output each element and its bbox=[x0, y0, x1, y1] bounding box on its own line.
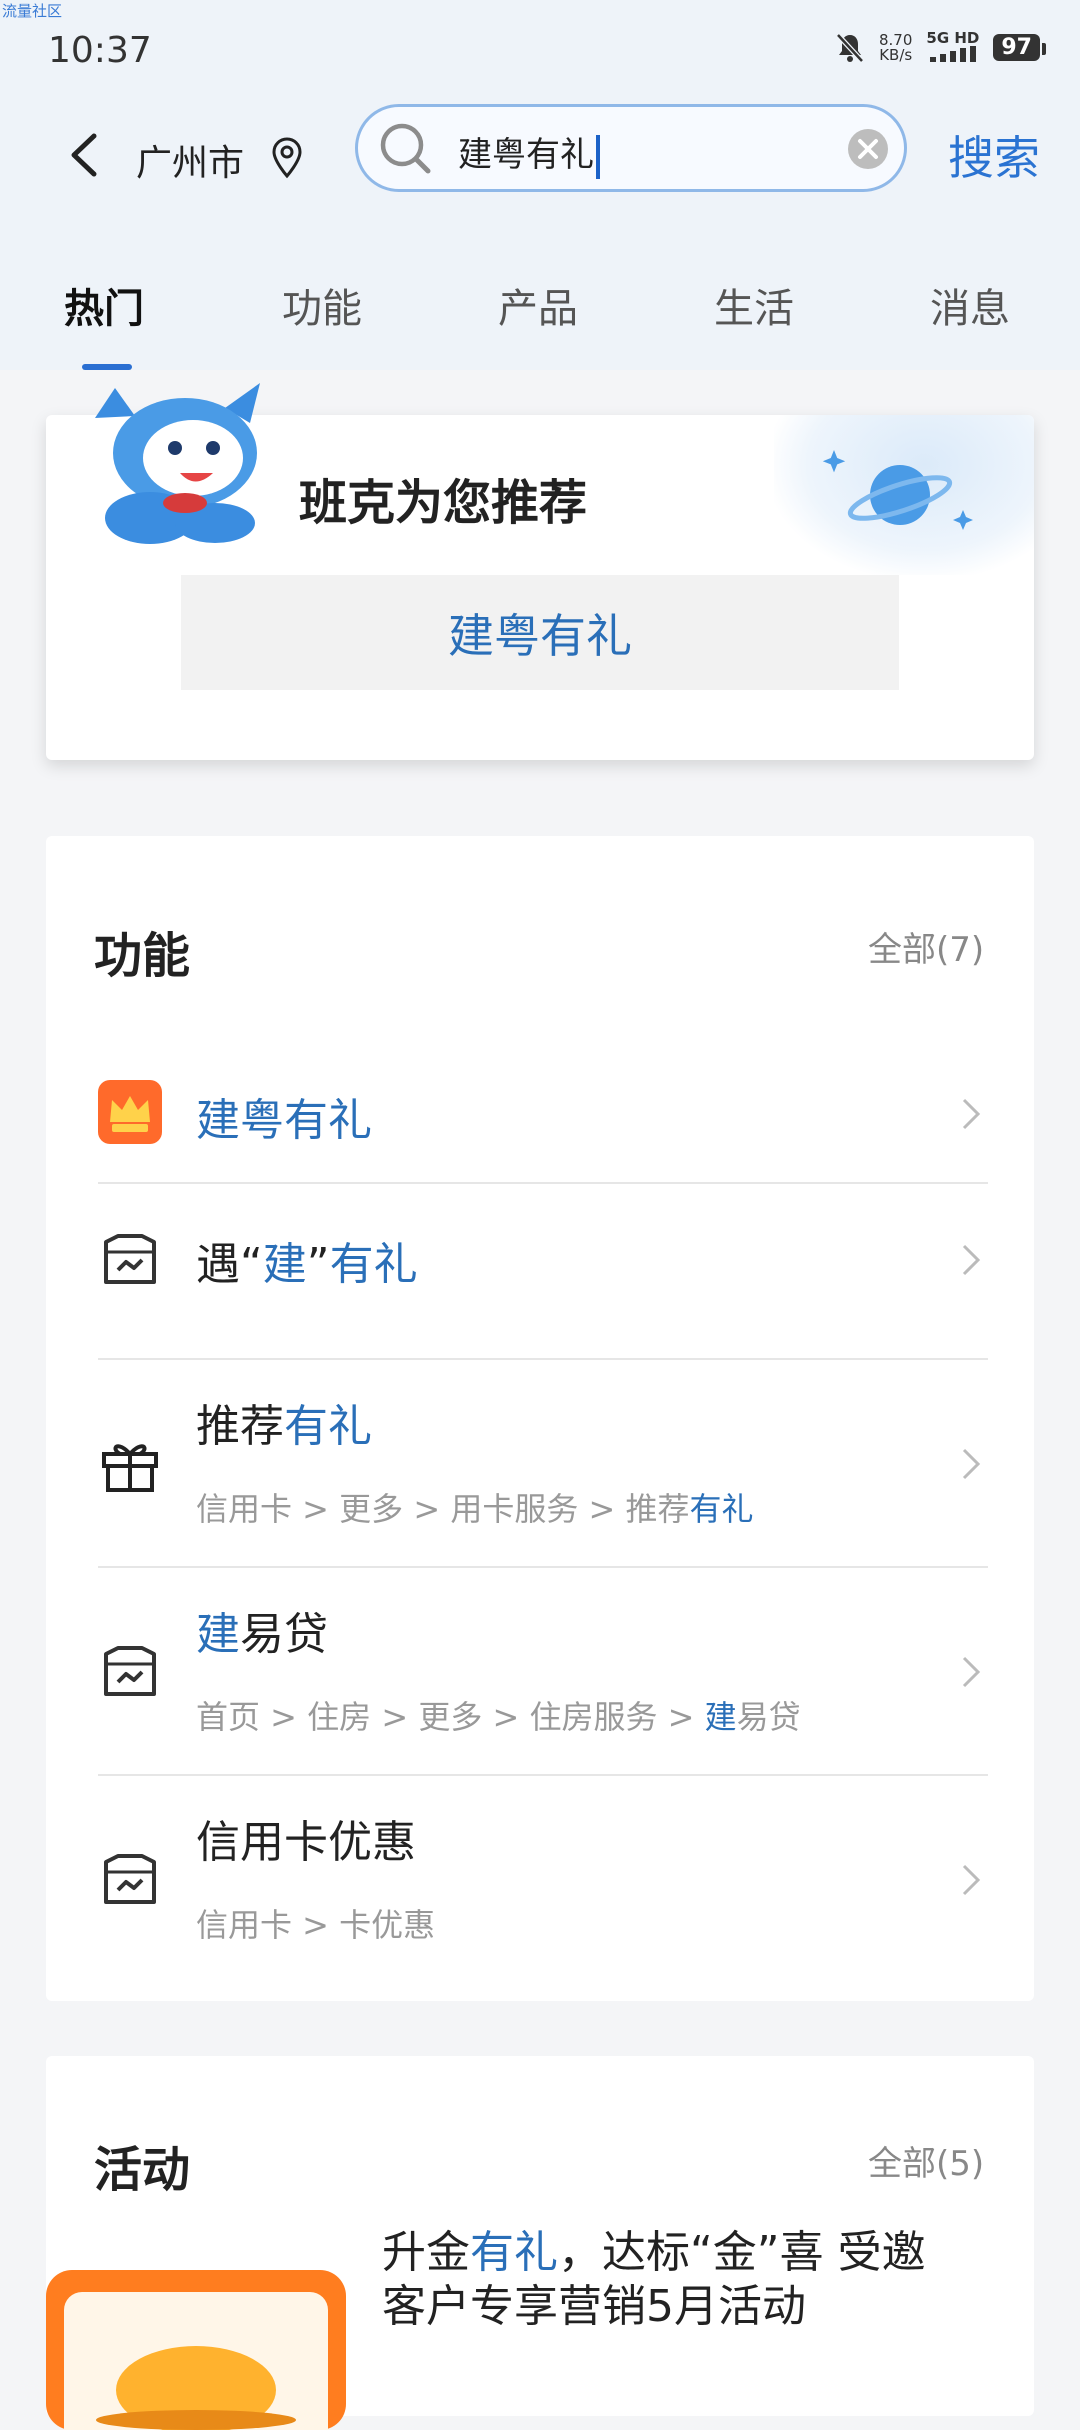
item-path: 信用卡 > 更多 > 用卡服务 > 推荐有礼 bbox=[196, 1484, 754, 1530]
search-button[interactable]: 搜索 bbox=[948, 122, 1040, 188]
signal-bars-icon bbox=[929, 46, 976, 62]
chevron-right-icon bbox=[962, 1656, 981, 1688]
item-title-text: 信用卡优惠 bbox=[196, 1817, 416, 1868]
item-path-text: 首页 > 住房 > 更多 > 住房服务 > bbox=[196, 1698, 705, 1736]
tab-functions[interactable]: 功能 bbox=[282, 276, 362, 334]
tab-indicator bbox=[82, 364, 132, 370]
item-title-text: ” bbox=[306, 1239, 330, 1290]
item-path-text: 易贷 bbox=[736, 1698, 801, 1736]
tab-life[interactable]: 生活 bbox=[714, 276, 794, 334]
status-icons: 8.70 KB/s 5G HD 97 bbox=[835, 30, 1046, 65]
location-pin-icon[interactable] bbox=[270, 136, 304, 180]
inbox-chart-icon bbox=[104, 1234, 156, 1284]
functions-card: 功能 全部(7) 建粤有礼 遇“建”有礼 推荐有礼 信用卡 > 更多 > 用卡服… bbox=[46, 836, 1034, 2001]
search-value: 建粤有礼 bbox=[458, 135, 594, 175]
list-item[interactable]: 信用卡优惠 信用卡 > 卡优惠 bbox=[46, 1776, 1034, 1982]
list-item[interactable]: 推荐有礼 信用卡 > 更多 > 用卡服务 > 推荐有礼 bbox=[46, 1360, 1034, 1566]
net-speed-unit: KB/s bbox=[879, 45, 913, 64]
chevron-right-icon bbox=[962, 1244, 981, 1276]
item-title-highlight: 建 bbox=[196, 1609, 240, 1660]
chevron-right-icon bbox=[962, 1864, 981, 1896]
battery-indicator: 97 bbox=[993, 34, 1046, 61]
item-title-text: 遇“ bbox=[196, 1239, 263, 1290]
item-path-highlight: 建 bbox=[704, 1698, 737, 1736]
functions-title: 功能 bbox=[94, 928, 191, 984]
tab-messages[interactable]: 消息 bbox=[930, 276, 1010, 334]
functions-more-link[interactable]: 全部(7) bbox=[868, 922, 984, 971]
clear-icon[interactable] bbox=[846, 127, 890, 171]
activity-text: 升金 bbox=[382, 2227, 470, 2278]
activity-text-highlight: 有礼 bbox=[470, 2227, 558, 2278]
gift-icon bbox=[102, 1444, 158, 1492]
item-title-highlight: 建 bbox=[262, 1239, 307, 1290]
mascot-icon bbox=[95, 383, 260, 544]
crown-app-icon bbox=[98, 1080, 162, 1144]
item-path-text: 信用卡 > 更多 > 用卡服务 > 推荐 bbox=[196, 1490, 690, 1528]
chevron-right-icon bbox=[962, 1098, 981, 1130]
tab-hot[interactable]: 热门 bbox=[64, 276, 144, 334]
item-title: 推荐有礼 bbox=[196, 1390, 372, 1454]
activity-thumbnail[interactable] bbox=[46, 2270, 346, 2430]
item-title: 建粤有礼 bbox=[196, 1084, 372, 1148]
status-time: 10:37 bbox=[48, 30, 152, 71]
tab-products[interactable]: 产品 bbox=[498, 276, 578, 334]
activities-title: 活动 bbox=[94, 2142, 191, 2198]
watermark: 流量社区 bbox=[2, 2, 63, 20]
list-item[interactable]: 建粤有礼 bbox=[46, 1056, 1034, 1190]
item-title-highlight: 有礼 bbox=[329, 1239, 418, 1290]
mute-bell-icon bbox=[836, 32, 864, 63]
city-label[interactable]: 广州市 bbox=[136, 134, 244, 186]
item-title-highlight: 建粤有礼 bbox=[196, 1095, 372, 1146]
search-text: 建粤有礼 bbox=[458, 127, 600, 179]
chevron-right-icon bbox=[962, 1448, 981, 1480]
text-caret bbox=[596, 134, 600, 179]
search-icon bbox=[380, 123, 431, 174]
item-title-highlight: 有礼 bbox=[284, 1401, 372, 1452]
category-tabs: 热门 功能 产品 生活 消息 bbox=[0, 270, 1080, 370]
inbox-chart-icon bbox=[104, 1854, 156, 1904]
item-title-text: 推荐 bbox=[196, 1401, 284, 1452]
activities-more-link[interactable]: 全部(5) bbox=[868, 2136, 984, 2185]
activity-line-2: 客户专享营销5月活动 bbox=[382, 2281, 806, 2332]
inbox-chart-icon bbox=[104, 1646, 156, 1696]
item-title: 建易贷 bbox=[196, 1598, 328, 1662]
net-speed: 8.70 KB/s bbox=[879, 32, 913, 64]
network-type: 5G HD bbox=[926, 29, 980, 47]
item-path: 信用卡 > 卡优惠 bbox=[196, 1900, 435, 1946]
search-header: 广州市 建粤有礼 搜索 bbox=[0, 100, 1080, 210]
item-path: 首页 > 住房 > 更多 > 住房服务 > 建易贷 bbox=[196, 1692, 801, 1738]
item-title: 遇“建”有礼 bbox=[196, 1228, 418, 1292]
recommend-title: 班克为您推荐 bbox=[299, 475, 588, 531]
activity-line-1: 升金有礼，达标“金”喜 受邀 bbox=[382, 2226, 1022, 2280]
back-arrow-icon[interactable] bbox=[60, 130, 110, 180]
planet-icon bbox=[822, 450, 973, 530]
item-title: 信用卡优惠 bbox=[196, 1806, 416, 1870]
list-item[interactable]: 建易贷 首页 > 住房 > 更多 > 住房服务 > 建易贷 bbox=[46, 1568, 1034, 1774]
list-item[interactable]: 遇“建”有礼 bbox=[46, 1184, 1034, 1358]
activity-text: ，达标“金”喜 受邀 bbox=[558, 2227, 926, 2278]
signal-indicator: 5G HD bbox=[926, 30, 979, 65]
item-title-text: 易贷 bbox=[240, 1609, 328, 1660]
search-input[interactable]: 建粤有礼 bbox=[355, 104, 907, 192]
item-path-highlight: 有礼 bbox=[689, 1490, 754, 1528]
item-path-text: 信用卡 > 卡优惠 bbox=[196, 1906, 436, 1944]
activity-description[interactable]: 升金有礼，达标“金”喜 受邀 客户专享营销5月活动 bbox=[382, 2226, 1022, 2334]
recommend-chip[interactable]: 建粤有礼 bbox=[181, 575, 899, 690]
